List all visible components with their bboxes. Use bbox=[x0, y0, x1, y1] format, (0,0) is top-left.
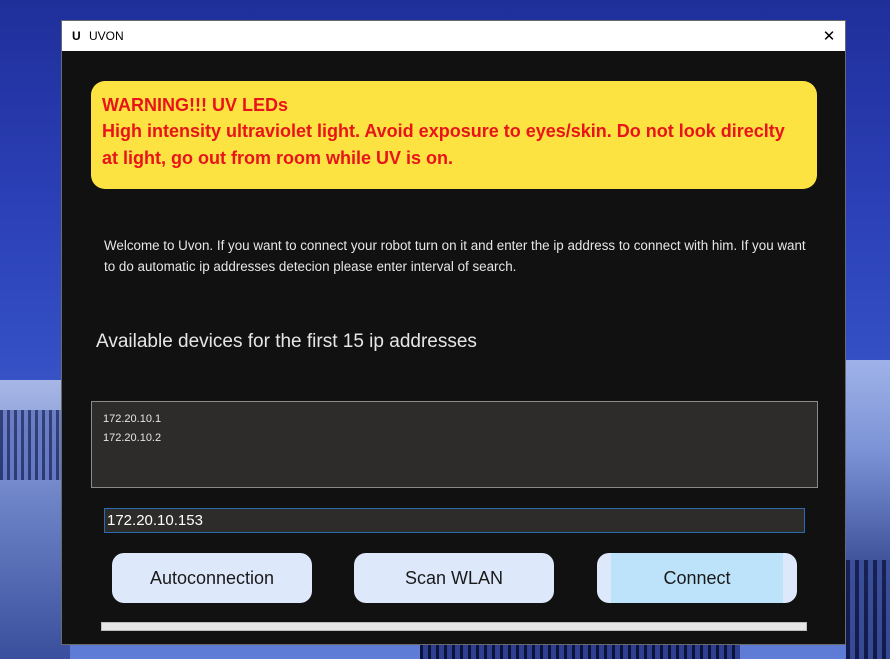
uv-warning-banner: WARNING!!! UV LEDs High intensity ultrav… bbox=[91, 81, 817, 189]
device-list[interactable]: 172.20.10.1 172.20.10.2 bbox=[91, 401, 818, 488]
close-button[interactable]: ✕ bbox=[813, 21, 845, 51]
desktop-background-trees-right bbox=[846, 560, 890, 659]
desktop-background-trees-left bbox=[0, 410, 62, 480]
connect-button[interactable]: Connect bbox=[597, 553, 797, 603]
device-list-item[interactable]: 172.20.10.1 bbox=[103, 410, 806, 429]
app-window: U UVON ✕ WARNING!!! UV LEDs High intensi… bbox=[61, 20, 846, 645]
desktop-background-bottom bbox=[420, 645, 740, 659]
app-logo-icon: U bbox=[72, 29, 81, 43]
title-bar[interactable]: U UVON ✕ bbox=[62, 21, 845, 51]
scan-wlan-button[interactable]: Scan WLAN bbox=[354, 553, 554, 603]
progress-bar bbox=[101, 622, 807, 631]
close-icon: ✕ bbox=[822, 27, 836, 45]
device-list-item[interactable]: 172.20.10.2 bbox=[103, 429, 806, 448]
welcome-text: Welcome to Uvon. If you want to connect … bbox=[104, 238, 806, 274]
window-title: UVON bbox=[89, 29, 124, 43]
autoconnection-button[interactable]: Autoconnection bbox=[112, 553, 312, 603]
warning-text: High intensity ultraviolet light. Avoid … bbox=[102, 121, 785, 168]
warning-title: WARNING!!! UV LEDs bbox=[102, 95, 288, 115]
ip-address-input[interactable] bbox=[104, 508, 805, 533]
available-devices-heading: Available devices for the first 15 ip ad… bbox=[96, 331, 477, 352]
